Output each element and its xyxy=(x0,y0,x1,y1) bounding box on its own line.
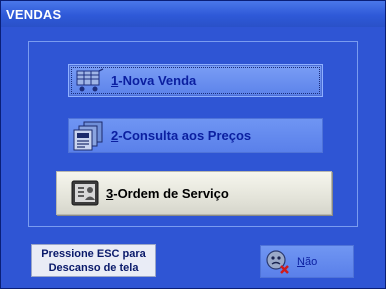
title-bar: VENDAS xyxy=(1,1,385,27)
notice-line-2: Descanso de tela xyxy=(48,262,139,274)
work-order-icon xyxy=(70,179,100,207)
ordem-servico-label: 3-Ordem de Serviço xyxy=(106,185,229,201)
notice-line-1: Pressione ESC para xyxy=(41,248,146,260)
nao-label: Não xyxy=(297,255,318,268)
screensaver-notice: Pressione ESC para Descanso de tela xyxy=(31,244,156,277)
ordem-servico-button[interactable]: 3-Ordem de Serviço xyxy=(56,171,332,215)
cart-icon xyxy=(75,67,105,94)
nao-button[interactable]: Não xyxy=(260,245,354,278)
nova-venda-button[interactable]: 1-Nova Venda xyxy=(68,64,323,97)
consulta-precos-button[interactable]: 2-Consulta aos Preços xyxy=(68,118,323,153)
vendas-window: VENDAS 1-Nova Venda 2-Consulta aos Preço… xyxy=(0,0,386,289)
consulta-precos-label: 2-Consulta aos Preços xyxy=(111,128,252,143)
documents-icon xyxy=(71,120,105,152)
cancel-icon xyxy=(265,249,291,275)
window-title: VENDAS xyxy=(6,7,62,22)
nova-venda-label: 1-Nova Venda xyxy=(111,73,197,88)
